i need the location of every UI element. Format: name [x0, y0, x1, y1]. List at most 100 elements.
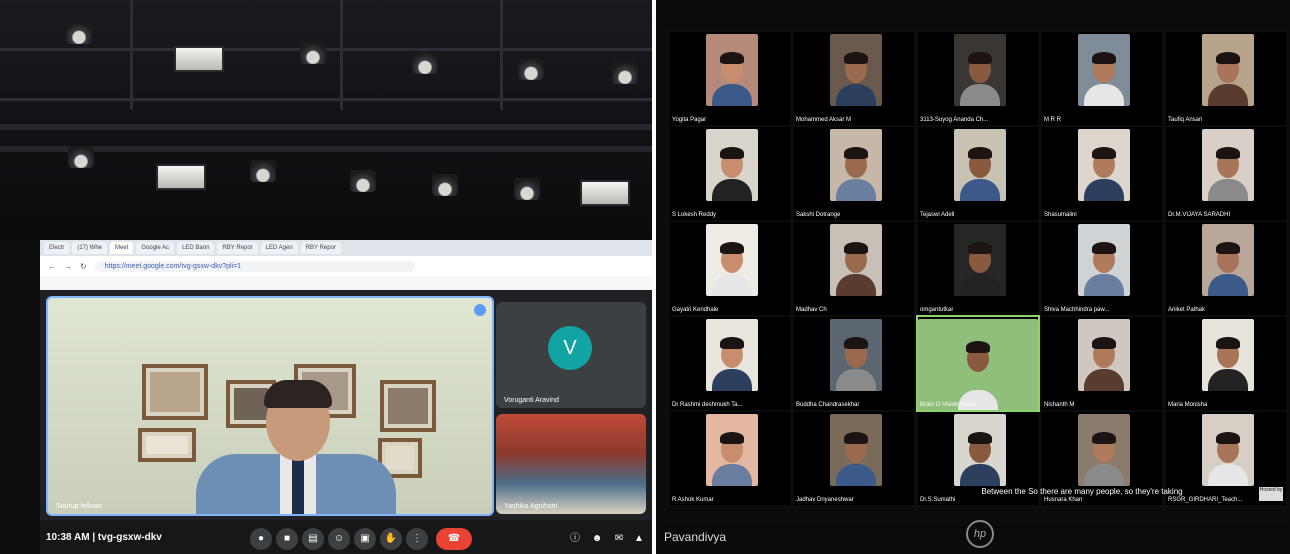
main-speaker-tile[interactable]: Startup fellows	[46, 296, 494, 516]
spotlight	[612, 62, 638, 84]
participant-tile[interactable]: Shasumalini	[1042, 127, 1162, 220]
participant-tile[interactable]: S Lokesh Reddy	[670, 127, 790, 220]
participant-tile[interactable]: Dr.M.VIJAYA SARADHI	[1166, 127, 1286, 220]
participant-hair	[720, 337, 744, 349]
camera-icon[interactable]: ■	[276, 528, 298, 550]
participant-hair	[968, 432, 992, 444]
spotlight	[514, 178, 540, 200]
participant-body	[712, 464, 752, 486]
participant-name: Husnara Khan	[1044, 497, 1083, 503]
url-field[interactable]: https://meet.google.com/tvg-gsxw-dkv?pli…	[94, 260, 415, 272]
participant-body	[1084, 464, 1124, 486]
participant-video	[918, 319, 1038, 410]
browser-tab[interactable]: RBY Repor	[300, 242, 341, 254]
ceiling-beam	[130, 0, 133, 110]
pin-icon[interactable]	[474, 304, 486, 316]
present-icon[interactable]: ▣	[354, 528, 376, 550]
participant-tile[interactable]: Madhav Ch	[794, 222, 914, 315]
spotlight	[66, 22, 92, 44]
participant-name: Tejaswi Adell	[920, 212, 955, 218]
info-icon[interactable]: ⓘ	[564, 528, 586, 550]
participant-video	[706, 319, 758, 391]
participant-video	[1202, 34, 1254, 106]
participant-tile[interactable]: Dr Rashmi deshmukh Ta...	[670, 317, 790, 410]
participant-body	[1084, 274, 1124, 296]
participant-tile[interactable]: Mohammed Aksar M	[794, 32, 914, 125]
participant-tile[interactable]: R Ashok Kumar	[670, 412, 790, 505]
participant-body	[836, 369, 876, 391]
browser-tab-bar: Electr (17) Whe Meet Google Ac LED Bann …	[40, 240, 652, 256]
activities-icon[interactable]: ▲	[628, 528, 650, 550]
emoji-icon[interactable]: ☺	[328, 528, 350, 550]
hosted-badge: Hosted by	[1259, 487, 1283, 501]
participant-tile[interactable]: Tejaswi Adell	[918, 127, 1038, 220]
forward-arrow-icon[interactable]: →	[64, 262, 72, 271]
participant-tile[interactable]: Maria Monisha	[1166, 317, 1286, 410]
spotlight	[432, 174, 458, 196]
participant-body	[1208, 369, 1248, 391]
speaker-tie	[292, 458, 304, 514]
hp-logo: hp	[966, 520, 994, 548]
participant-video	[830, 414, 882, 486]
spotlight	[350, 170, 376, 192]
participant-hair	[720, 432, 744, 444]
participant-tile[interactable]: Taufiq Ansari	[1166, 32, 1286, 125]
participant-tile[interactable]: Shiva Machhindra paw...	[1042, 222, 1162, 315]
participant-name: Jadhav Dnyaneshwar	[796, 497, 854, 503]
participant-tile[interactable]: Buddha Chandrasekhar	[794, 317, 914, 410]
participant-body	[1084, 179, 1124, 201]
captions-icon[interactable]: ▤	[302, 528, 324, 550]
raise-hand-icon[interactable]: ✋	[380, 528, 402, 550]
participant-tile[interactable]: V Voruganti Aravind	[496, 302, 646, 408]
participant-body	[960, 84, 1000, 106]
browser-tab[interactable]: RBY Repor	[217, 242, 258, 254]
participant-video	[954, 129, 1006, 201]
spotlight	[68, 146, 94, 168]
browser-tab-active[interactable]: Meet	[110, 242, 134, 254]
participant-tile[interactable]: Sakshi Dotrange	[794, 127, 914, 220]
mic-icon[interactable]: ●	[250, 528, 272, 550]
browser-tab[interactable]: LED Agen	[260, 242, 298, 254]
participant-name: Aniket Pathak	[1168, 307, 1206, 313]
participant-hair	[844, 432, 868, 444]
participant-tile[interactable]: Brain O Vision Vision	[916, 315, 1040, 412]
people-icon[interactable]: ☻	[586, 528, 608, 550]
browser-tab[interactable]: Electr	[44, 242, 70, 254]
participant-hair	[1216, 52, 1240, 64]
participant-tile[interactable]: Yogita Pagar	[670, 32, 790, 125]
browser-tab[interactable]: LED Bann	[177, 242, 215, 254]
end-call-button[interactable]: ☎	[436, 528, 472, 550]
participant-tile[interactable]: M R R	[1042, 32, 1162, 125]
participant-video	[830, 319, 882, 391]
participant-tile[interactable]: Gayatri Kendhale	[670, 222, 790, 315]
participant-tile[interactable]: Nishanth M	[1042, 317, 1162, 410]
reload-icon[interactable]: ↻	[80, 262, 87, 271]
browser-tab[interactable]: Google Ac	[136, 242, 175, 254]
ceiling-beam	[0, 98, 652, 101]
participant-name: Shasumalini	[1044, 212, 1077, 218]
spotlight	[412, 52, 438, 74]
back-arrow-icon[interactable]: ←	[48, 262, 56, 271]
ceiling-beam	[340, 0, 343, 110]
participant-video	[1202, 319, 1254, 391]
participant-body	[1208, 274, 1248, 296]
browser-tab[interactable]: (17) Whe	[72, 242, 108, 254]
participant-body	[960, 179, 1000, 201]
participant-tile[interactable]: Jadhav Dnyaneshwar	[794, 412, 914, 505]
address-bar: ← → ↻ https://meet.google.com/tvg-gsxw-d…	[40, 256, 652, 276]
avatar: V	[548, 326, 592, 370]
participant-tile[interactable]: Aniket Pathak	[1166, 222, 1286, 315]
participant-video	[1078, 224, 1130, 296]
participant-hair	[1216, 147, 1240, 159]
participant-tile[interactable]: 3113-Suyog Ananda Ch...	[918, 32, 1038, 125]
participant-name: Shiva Machhindra paw...	[1044, 307, 1110, 313]
participant-tile[interactable]: omgantutkar	[918, 222, 1038, 315]
participant-video	[954, 34, 1006, 106]
participant-tile[interactable]: Yashika Agnihotri	[496, 414, 646, 514]
participant-name: Buddha Chandrasekhar	[796, 402, 860, 408]
chat-icon[interactable]: ✉	[608, 528, 630, 550]
meeting-code: tvg-gsxw-dkv	[97, 532, 162, 543]
participant-body	[836, 179, 876, 201]
more-options-icon[interactable]: ⋮	[406, 528, 428, 550]
participant-video	[706, 414, 758, 486]
